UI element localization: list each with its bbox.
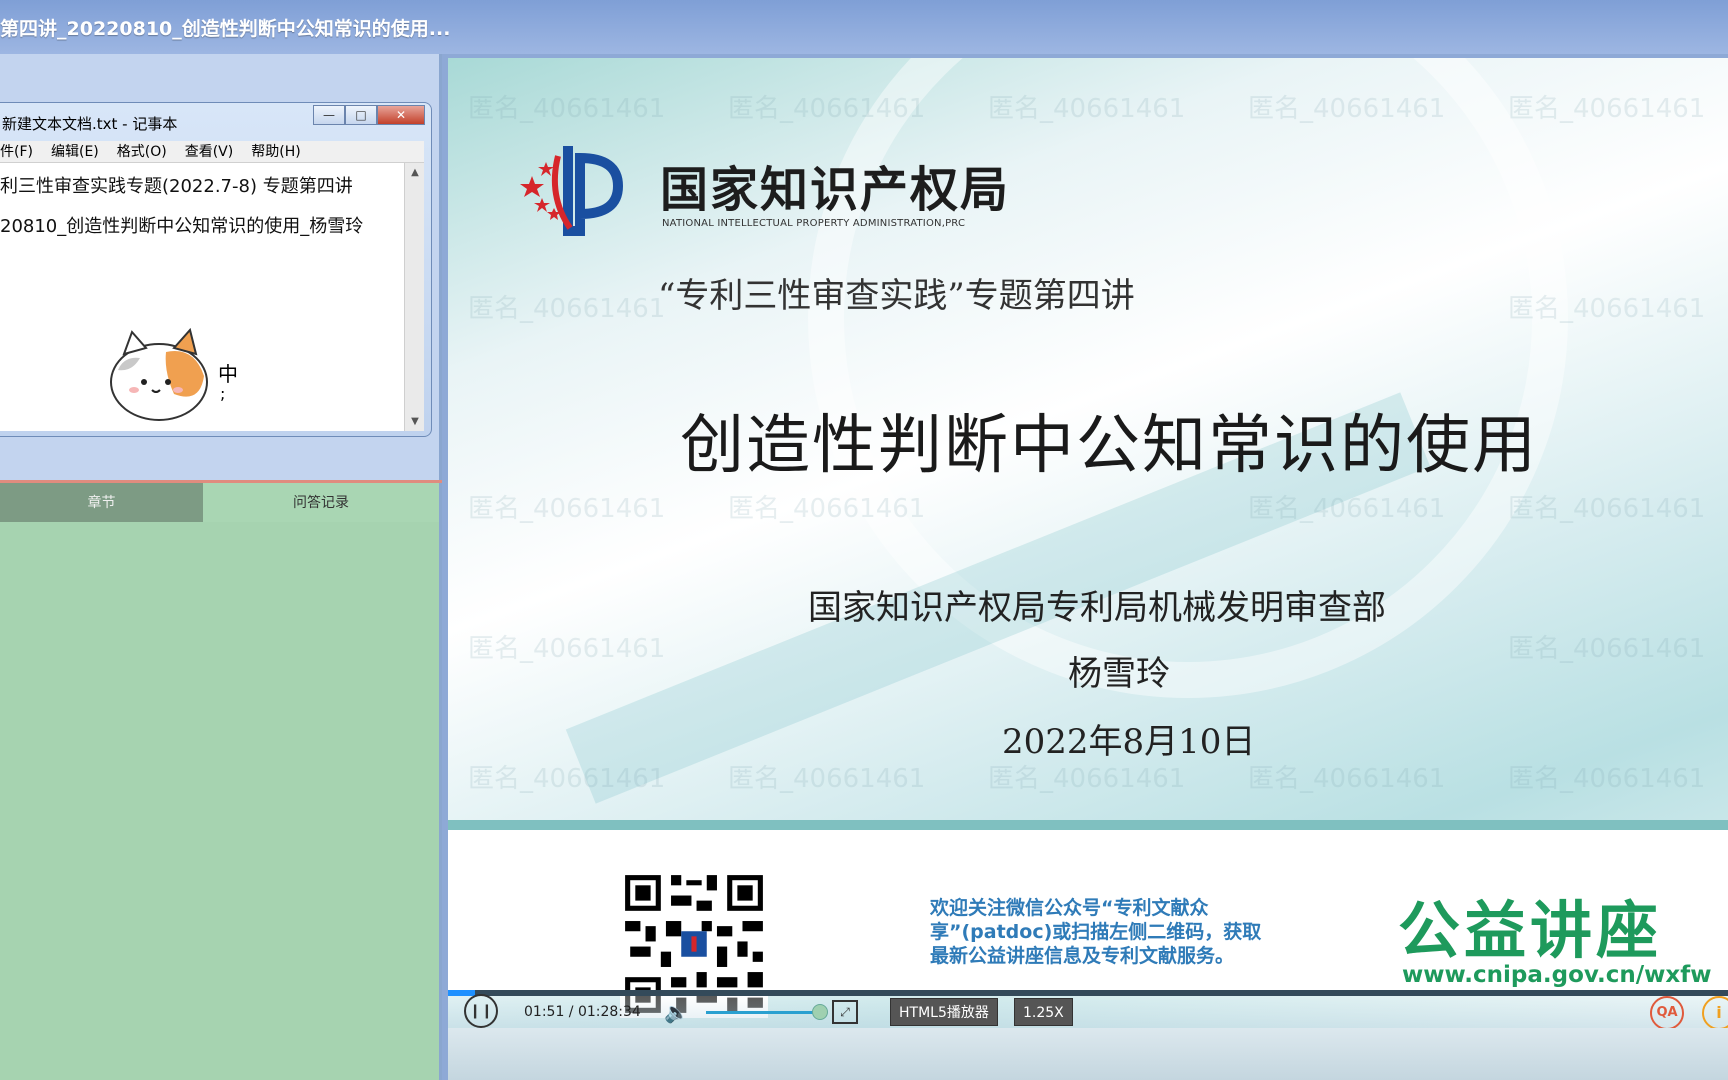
ime-cat-mascot-icon [110,327,208,421]
notepad-window[interactable]: 新建文本文档.txt - 记事本 — □ ✕ 件(F) 编辑(E) 格式(O) … [0,102,432,437]
watermark: 匿名_40661461 [1508,94,1706,124]
tab-qa-records[interactable]: 问答记录 [203,483,439,523]
slide-speaker: 杨雪玲 [1068,654,1170,694]
watermark: 匿名_40661461 [468,94,666,124]
volume-knob[interactable] [812,1004,828,1020]
menu-edit[interactable]: 编辑(E) [51,141,99,162]
html5-player-button[interactable]: HTML5播放器 [890,998,998,1026]
ime-punct-indicator[interactable]: ; [220,384,225,403]
public-lecture-label: 公益讲座 [1398,894,1663,967]
text-line: 20810_创造性判断中公知常识的使用_杨雪玲 [0,216,364,237]
wechat-notice: 欢迎关注微信公众号“专利文献众享”(patdoc)或扫描左侧二维码，获取最新公益… [930,897,1262,967]
volume-slider[interactable] [706,1011,818,1014]
maximize-button[interactable]: □ [345,105,377,125]
menu-format[interactable]: 格式(O) [117,141,167,162]
scroll-up-icon[interactable]: ▲ [405,167,425,178]
watermark: 匿名_40661461 [468,494,666,524]
close-button[interactable]: ✕ [377,105,425,125]
org-name-en: NATIONAL INTELLECTUAL PROPERTY ADMINISTR… [662,218,966,229]
watermark: 匿名_40661461 [728,764,926,794]
watermark: 匿名_40661461 [1508,764,1706,794]
watermark: 匿名_40661461 [1508,294,1706,324]
slide-footer-bar [448,820,1728,830]
slide-subtitle: “专利三性审查实践”专题第四讲 [658,276,1135,316]
watermark: 匿名_40661461 [468,764,666,794]
slide-title: 创造性判断中公知常识的使用 [680,409,1538,483]
ime-mode-indicator[interactable]: 中 [218,358,238,387]
info-icon[interactable]: i [1702,996,1728,1028]
slide-date: 2022年8月10日 [1002,722,1256,762]
left-panel: 新建文本文档.txt - 记事本 — □ ✕ 件(F) 编辑(E) 格式(O) … [0,54,442,1080]
player-controls: ❙❙ 01:51 / 01:28:34 🔈 ⤢ HTML5播放器 1.25X Q… [448,994,1728,1028]
watermark: 匿名_40661461 [468,294,666,324]
notepad-scrollbar[interactable]: ▲ ▼ [404,163,424,431]
pause-button[interactable]: ❙❙ [464,994,498,1028]
watermark: 匿名_40661461 [1508,494,1706,524]
fullscreen-icon[interactable]: ⤢ [832,1000,858,1024]
text-line: 利三性审查实践专题(2022.7-8) 专题第四讲 [0,176,353,197]
notepad-menubar: 件(F) 编辑(E) 格式(O) 查看(V) 帮助(H) [0,141,424,163]
watermark: 匿名_40661461 [1248,494,1446,524]
watermark: 匿名_40661461 [988,764,1186,794]
notepad-title: 新建文本文档.txt - 记事本 [2,115,178,133]
side-tabs: 章节 问答记录 [0,480,442,523]
slide-url: www.cnipa.gov.cn/wxfw [1402,962,1712,988]
watermark: 匿名_40661461 [468,634,666,664]
qa-icon[interactable]: QA [1650,996,1684,1028]
tab-content-panel [0,522,439,1080]
org-name-cn: 国家知识产权局 [660,162,1011,218]
menu-view[interactable]: 查看(V) [185,141,234,162]
watermark: 匿名_40661461 [728,94,926,124]
watermark: 匿名_40661461 [988,94,1186,124]
watermark: 匿名_40661461 [1508,634,1706,664]
minimize-button[interactable]: — [313,105,345,125]
notepad-window-controls: — □ ✕ [313,105,425,125]
volume-icon[interactable]: 🔈 [664,1000,689,1024]
watermark: 匿名_40661461 [728,494,926,524]
tab-chapters[interactable]: 章节 [0,483,203,523]
slide-department: 国家知识产权局专利局机械发明审查部 [808,588,1386,628]
window-title: 第四讲_20220810_创造性判断中公知常识的使用... [0,18,451,40]
menu-file[interactable]: 件(F) [0,141,33,162]
cnipa-logo-icon [520,146,624,236]
scroll-down-icon[interactable]: ▼ [405,416,425,427]
time-display: 01:51 / 01:28:34 [524,1004,641,1020]
menu-help[interactable]: 帮助(H) [251,141,300,162]
bottom-strip [448,1028,1728,1080]
speed-button[interactable]: 1.25X [1014,998,1073,1026]
watermark: 匿名_40661461 [1248,764,1446,794]
window-titlebar: 第四讲_20220810_创造性判断中公知常识的使用... [0,0,1728,54]
watermark: 匿名_40661461 [1248,94,1446,124]
video-player[interactable]: 匿名_40661461 匿名_40661461 匿名_40661461 匿名_4… [448,58,1728,1028]
